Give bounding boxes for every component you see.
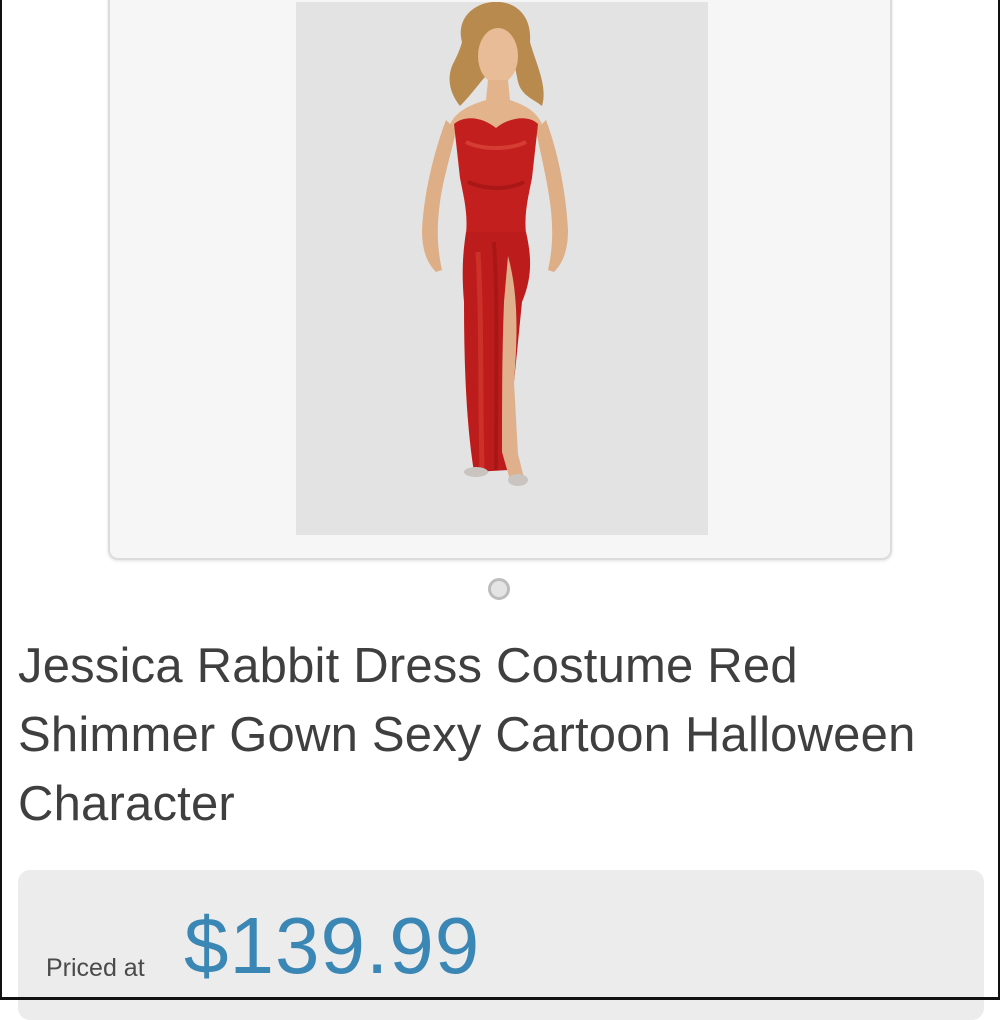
price-value: $139.99: [184, 901, 481, 990]
priced-at-label: Priced at: [46, 954, 145, 982]
listing-title: Jessica Rabbit Dress Costume Red Shimmer…: [18, 639, 916, 831]
carousel-indicator-dot[interactable]: [488, 578, 510, 600]
price-panel: Priced at $139.99: [18, 870, 984, 1020]
product-photo-red-gown: [296, 2, 708, 535]
product-photo[interactable]: [296, 2, 708, 535]
product-image-carousel[interactable]: [108, 0, 892, 560]
